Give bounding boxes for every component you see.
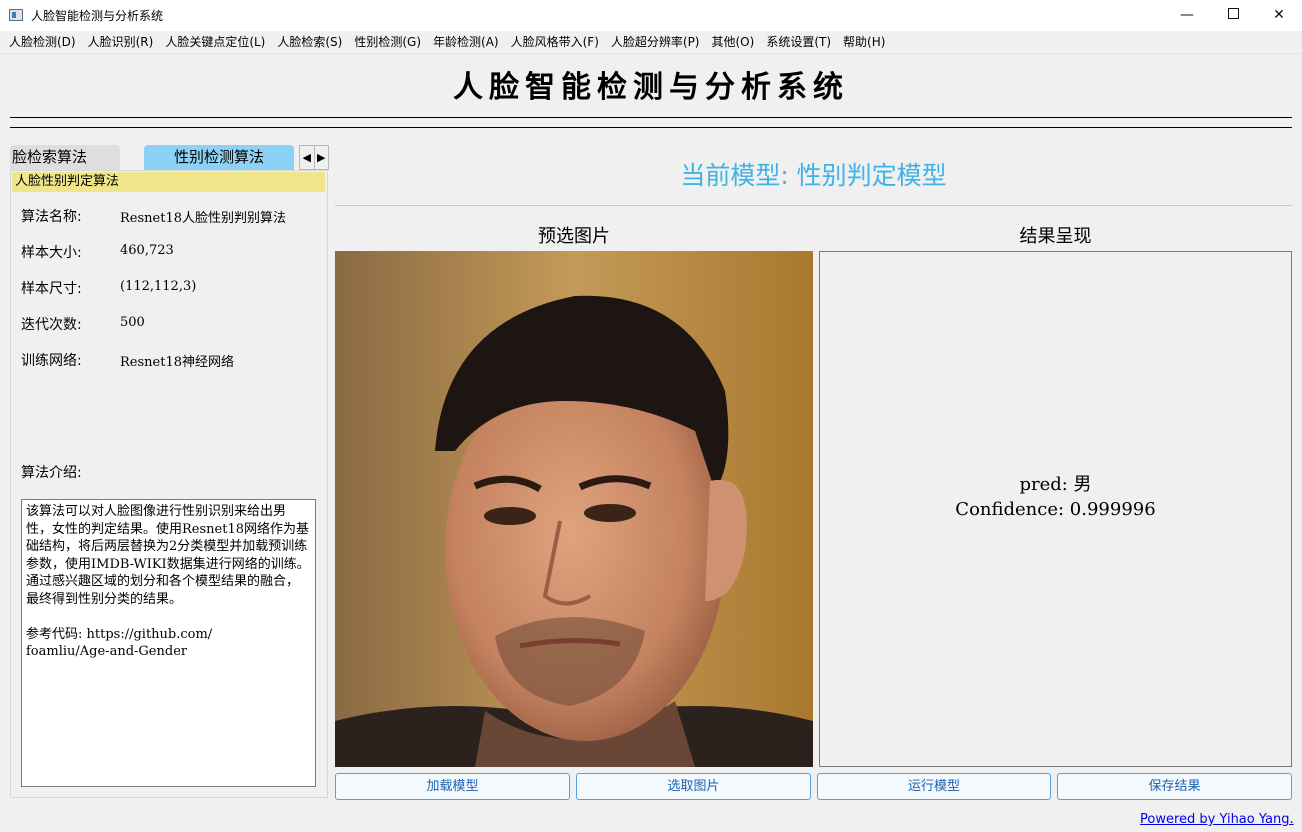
menu-age-detect[interactable]: 年龄检测(A)	[427, 31, 505, 53]
menu-landmarks[interactable]: 人脸关键点定位(L)	[159, 31, 271, 53]
preview-image	[335, 251, 813, 767]
load-model-button[interactable]: 加载模型	[335, 773, 570, 800]
confidence-label: Confidence: 0.999996	[955, 499, 1156, 520]
menu-face-search[interactable]: 人脸检索(S)	[271, 31, 348, 53]
tab-face-search[interactable]: 脸检索算法	[10, 145, 120, 170]
menu-face-detect[interactable]: 人脸检测(D)	[3, 31, 82, 53]
app-icon	[9, 9, 23, 21]
app-header-title: 人脸智能检测与分析系统	[453, 70, 849, 105]
close-button[interactable]: ✕	[1256, 0, 1302, 31]
header-divider-bottom	[10, 127, 1292, 128]
algo-name-label: 算法名称:	[21, 209, 82, 225]
prediction-label: pred: 男	[1019, 474, 1092, 495]
minimize-button[interactable]: —	[1164, 0, 1210, 31]
network-value: Resnet18神经网络	[120, 355, 234, 370]
algorithm-description[interactable]: 该算法可以对人脸图像进行性别识别来给出男性，女性的判定结果。使用Resnet18…	[21, 499, 316, 787]
algo-name-value: Resnet18人脸性别判别算法	[120, 211, 286, 226]
sample-dims-value: (112,112,3)	[120, 279, 197, 294]
run-model-button[interactable]: 运行模型	[817, 773, 1051, 800]
menu-settings[interactable]: 系统设置(T)	[760, 31, 837, 53]
iterations-label: 迭代次数:	[21, 317, 82, 333]
iterations-value: 500	[120, 315, 145, 330]
sample-size-label: 样本大小:	[21, 245, 82, 261]
window-title: 人脸智能检测与分析系统	[31, 9, 164, 23]
intro-label: 算法介绍:	[21, 465, 82, 481]
menu-other[interactable]: 其他(O)	[706, 31, 761, 53]
sample-dims-label: 样本尺寸:	[21, 281, 82, 297]
menu-help[interactable]: 帮助(H)	[837, 31, 891, 53]
tab-scroll-left-icon[interactable]: ◀	[300, 146, 314, 169]
result-text: pred: 男 Confidence: 0.999996	[820, 472, 1291, 522]
model-divider	[335, 205, 1292, 206]
menu-bar: 人脸检测(D) 人脸识别(R) 人脸关键点定位(L) 人脸检索(S) 性别检测(…	[0, 31, 1302, 54]
algorithm-heading: 人脸性别判定算法	[12, 172, 325, 192]
face-photo	[335, 251, 813, 767]
menu-face-style[interactable]: 人脸风格带入(F)	[505, 31, 605, 53]
sample-size-value: 460,723	[120, 243, 174, 258]
close-icon: ✕	[1273, 7, 1285, 23]
preview-title: 预选图片	[538, 226, 610, 247]
menu-gender-detect[interactable]: 性别检测(G)	[348, 31, 427, 53]
result-title: 结果呈现	[1019, 226, 1092, 247]
title-bar: 人脸智能检测与分析系统 — ✕	[0, 0, 1302, 31]
select-image-button[interactable]: 选取图片	[576, 773, 811, 800]
menu-face-recognize[interactable]: 人脸识别(R)	[82, 31, 160, 53]
tab-scroll-right-icon[interactable]: ▶	[313, 146, 329, 169]
minimize-icon: —	[1180, 7, 1194, 23]
network-label: 训练网络:	[21, 353, 82, 369]
powered-by-link[interactable]: Powered by Yihao Yang.	[1140, 812, 1294, 827]
current-model-title: 当前模型: 性别判定模型	[680, 161, 947, 190]
menu-super-resolution[interactable]: 人脸超分辨率(P)	[605, 31, 706, 53]
tab-scroll-buttons: ◀ ▶	[299, 145, 329, 170]
header-divider-top	[10, 117, 1292, 118]
tab-gender-detect[interactable]: 性别检测算法	[144, 145, 294, 170]
maximize-icon	[1227, 8, 1239, 19]
save-result-button[interactable]: 保存结果	[1057, 773, 1292, 800]
maximize-button[interactable]	[1210, 0, 1256, 31]
result-panel: pred: 男 Confidence: 0.999996	[819, 251, 1292, 767]
